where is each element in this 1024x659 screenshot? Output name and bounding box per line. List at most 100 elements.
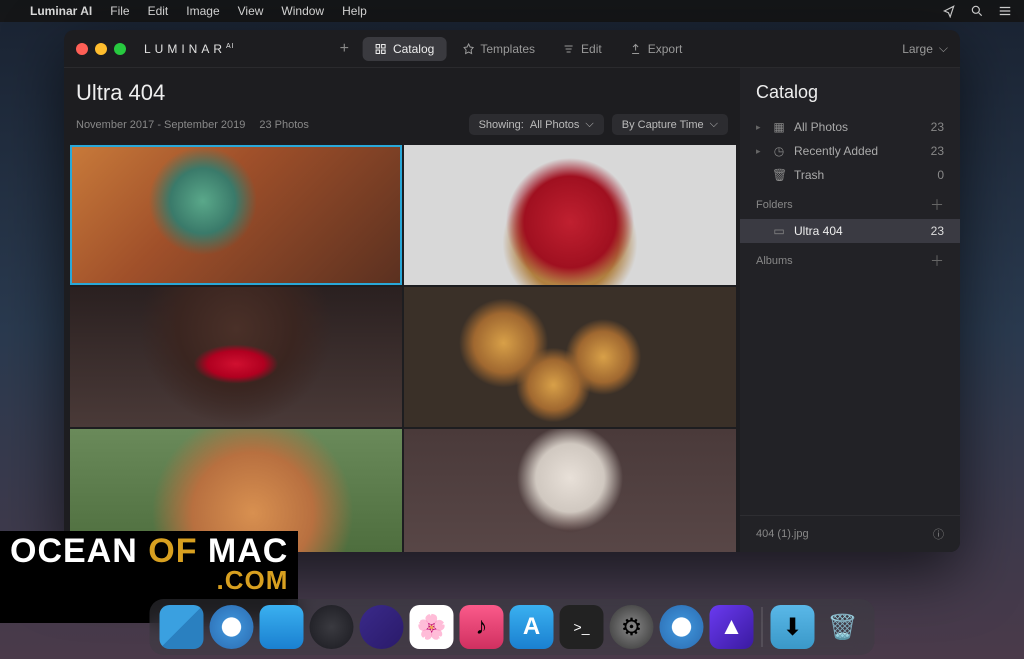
sidebar-title: Catalog	[740, 82, 960, 115]
chevron-down-icon: ⌵	[710, 118, 718, 131]
folder-icon: ▭	[772, 224, 786, 238]
dock-app[interactable]	[660, 605, 704, 649]
menu-view[interactable]: View	[238, 4, 264, 18]
sidebar-footer: 404 (1).jpg ⓘ	[740, 515, 960, 552]
showing-filter-value: All Photos	[530, 119, 580, 131]
templates-icon	[462, 43, 474, 55]
dock-finder[interactable]	[160, 605, 204, 649]
catalog-sidebar: Catalog ▸ ▦ All Photos 23 ▸ ◷ Recently A…	[740, 68, 960, 552]
showing-filter[interactable]: Showing: All Photos ⌵	[469, 114, 604, 135]
chevron-down-icon: ⌵	[585, 118, 593, 131]
disclosure-triangle-icon[interactable]: ▸	[756, 122, 764, 133]
sidebar-all-photos[interactable]: ▸ ▦ All Photos 23	[740, 115, 960, 139]
minimize-button[interactable]	[95, 43, 107, 55]
watermark-text: OF	[148, 532, 197, 570]
menu-edit[interactable]: Edit	[148, 4, 169, 18]
thumbnail-size-label: Large	[902, 42, 933, 56]
dock-separator	[762, 607, 763, 647]
dock-app[interactable]	[260, 605, 304, 649]
tab-edit[interactable]: Edit	[551, 37, 614, 61]
tab-edit-label: Edit	[581, 42, 602, 56]
thumbnail-size-selector[interactable]: Large ⌵	[902, 41, 948, 56]
titlebar: LUMINARAI + Catalog Templates Edit Expor…	[64, 30, 960, 68]
window-controls	[76, 43, 126, 55]
watermark-text: MAC	[208, 532, 288, 570]
sidebar-recently-added[interactable]: ▸ ◷ Recently Added 23	[740, 139, 960, 163]
sidebar-item-label: Trash	[794, 168, 824, 182]
tab-export[interactable]: Export	[618, 37, 695, 61]
app-logo-sup: AI	[226, 43, 235, 50]
dock-trash[interactable]: 🗑️	[821, 605, 865, 649]
selected-filename: 404 (1).jpg	[756, 528, 809, 540]
sort-filter-label: By Capture Time	[622, 119, 704, 131]
photo-thumbnail[interactable]	[70, 287, 402, 427]
add-folder-button[interactable]: ＋	[930, 195, 944, 215]
grid-icon: ▦	[772, 120, 786, 134]
menubar-share-icon[interactable]	[942, 4, 956, 18]
tab-export-label: Export	[648, 42, 683, 56]
sidebar-folder-item[interactable]: ▭ Ultra 404 23	[740, 219, 960, 243]
photo-grid	[70, 145, 740, 552]
main-area: Ultra 404 November 2017 - September 2019…	[64, 68, 740, 552]
info-button[interactable]: ⓘ	[933, 526, 944, 542]
sidebar-item-label: Ultra 404	[794, 224, 843, 238]
watermark-text: .COM	[10, 566, 288, 595]
sidebar-folders-section: Folders ＋	[740, 187, 960, 219]
dock-safari[interactable]	[210, 605, 254, 649]
sidebar-section-label: Albums	[756, 255, 793, 267]
album-title: Ultra 404	[76, 80, 165, 106]
close-button[interactable]	[76, 43, 88, 55]
sidebar-item-label: Recently Added	[794, 144, 878, 158]
fullscreen-button[interactable]	[114, 43, 126, 55]
menu-help[interactable]: Help	[342, 4, 367, 18]
menu-window[interactable]: Window	[281, 4, 324, 18]
photo-thumbnail[interactable]	[404, 287, 736, 427]
app-window: LUMINARAI + Catalog Templates Edit Expor…	[64, 30, 960, 552]
catalog-icon	[375, 43, 387, 55]
add-button[interactable]: +	[330, 36, 359, 62]
sidebar-item-count: 23	[931, 120, 944, 134]
watermark-text: OCEAN	[10, 532, 138, 570]
menu-image[interactable]: Image	[186, 4, 219, 18]
clock-icon: ◷	[772, 144, 786, 158]
menubar-control-center-icon[interactable]	[998, 4, 1012, 18]
export-icon	[630, 43, 642, 55]
dock-appstore[interactable]: A	[510, 605, 554, 649]
menubar-app-name[interactable]: Luminar AI	[30, 4, 92, 18]
dock-app[interactable]	[360, 605, 404, 649]
dock-music[interactable]: ♪	[460, 605, 504, 649]
sidebar-item-count: 23	[931, 224, 944, 238]
dock-app[interactable]	[310, 605, 354, 649]
sidebar-item-count: 23	[931, 144, 944, 158]
dock-luminar[interactable]: ▲	[710, 605, 754, 649]
app-logo-text: LUMINAR	[144, 42, 226, 56]
macos-dock: 🌸 ♪ A >_ ⚙ ▲ ⬇ 🗑️	[150, 599, 875, 655]
chevron-down-icon: ⌵	[939, 41, 948, 56]
sidebar-trash[interactable]: 🗑 Trash 0	[740, 163, 960, 187]
disclosure-triangle-icon[interactable]: ▸	[756, 146, 764, 157]
tab-catalog-label: Catalog	[393, 42, 434, 56]
sidebar-item-label: All Photos	[794, 120, 848, 134]
album-date-range: November 2017 - September 2019	[76, 119, 245, 131]
macos-menubar: Luminar AI File Edit Image View Window H…	[0, 0, 1024, 22]
app-logo: LUMINARAI	[144, 42, 235, 56]
photo-thumbnail[interactable]	[70, 145, 402, 285]
album-photo-count: 23 Photos	[259, 119, 309, 131]
photo-thumbnail[interactable]	[404, 145, 736, 285]
dock-terminal[interactable]: >_	[560, 605, 604, 649]
edit-icon	[563, 43, 575, 55]
tab-catalog[interactable]: Catalog	[363, 37, 446, 61]
sidebar-section-label: Folders	[756, 199, 793, 211]
menubar-spotlight-icon[interactable]	[970, 4, 984, 18]
sort-filter[interactable]: By Capture Time ⌵	[612, 114, 728, 135]
photo-thumbnail[interactable]	[404, 429, 736, 552]
menu-file[interactable]: File	[110, 4, 129, 18]
tab-templates[interactable]: Templates	[450, 37, 547, 61]
sidebar-item-count: 0	[937, 168, 944, 182]
tab-templates-label: Templates	[480, 42, 535, 56]
add-album-button[interactable]: ＋	[930, 251, 944, 271]
dock-settings[interactable]: ⚙	[610, 605, 654, 649]
dock-downloads[interactable]: ⬇	[771, 605, 815, 649]
sidebar-albums-section: Albums ＋	[740, 243, 960, 275]
dock-photos[interactable]: 🌸	[410, 605, 454, 649]
